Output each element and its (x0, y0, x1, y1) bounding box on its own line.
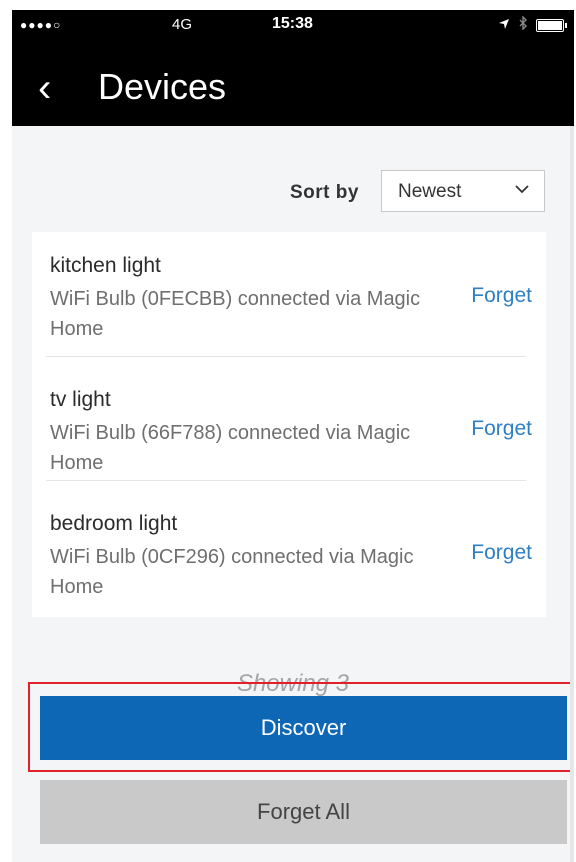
location-icon (498, 17, 510, 34)
device-list: kitchen light WiFi Bulb (0FECBB) connect… (32, 232, 546, 617)
forget-device-button[interactable]: Forget (471, 417, 532, 441)
device-name: bedroom light (50, 512, 178, 535)
sort-label: Sort by (290, 182, 359, 203)
status-icons (498, 15, 567, 34)
signal-strength: ●●●●○ (20, 18, 62, 32)
device-description: WiFi Bulb (0CF296) connected via Magic H… (50, 546, 414, 598)
scroll-edge (570, 126, 574, 862)
device-description: WiFi Bulb (66F788) connected via Magic H… (50, 422, 411, 474)
battery-icon (536, 18, 567, 32)
sort-dropdown[interactable]: Newest (381, 170, 545, 212)
device-description: WiFi Bulb (0FECBB) connected via Magic H… (50, 288, 421, 340)
discover-button[interactable]: Discover (40, 696, 567, 760)
device-name: tv light (50, 388, 111, 411)
status-bar: ●●●●○ 4G 15:38 (12, 10, 574, 42)
bezel (0, 0, 12, 862)
bluetooth-icon (518, 15, 528, 34)
app-header: ●●●●○ 4G 15:38 ‹ Devices (12, 10, 574, 126)
network-type: 4G (172, 16, 193, 33)
device-item: tv light WiFi Bulb (66F788) connected vi… (32, 356, 546, 480)
forget-all-button[interactable]: Forget All (40, 780, 567, 844)
sort-selected-value: Newest (398, 181, 462, 202)
app-screen: ●●●●○ 4G 15:38 ‹ Devices Sort by Newest (12, 10, 574, 862)
forget-device-button[interactable]: Forget (471, 541, 532, 565)
back-button[interactable]: ‹ (38, 68, 51, 108)
sort-row: Sort by Newest (12, 170, 574, 214)
device-name: kitchen light (50, 254, 161, 277)
chevron-down-icon (514, 179, 530, 204)
page-title: Devices (98, 66, 227, 107)
clock: 15:38 (272, 15, 313, 32)
device-item: kitchen light WiFi Bulb (0FECBB) connect… (32, 232, 546, 356)
device-item: bedroom light WiFi Bulb (0CF296) connect… (32, 480, 546, 604)
forget-device-button[interactable]: Forget (471, 284, 532, 308)
